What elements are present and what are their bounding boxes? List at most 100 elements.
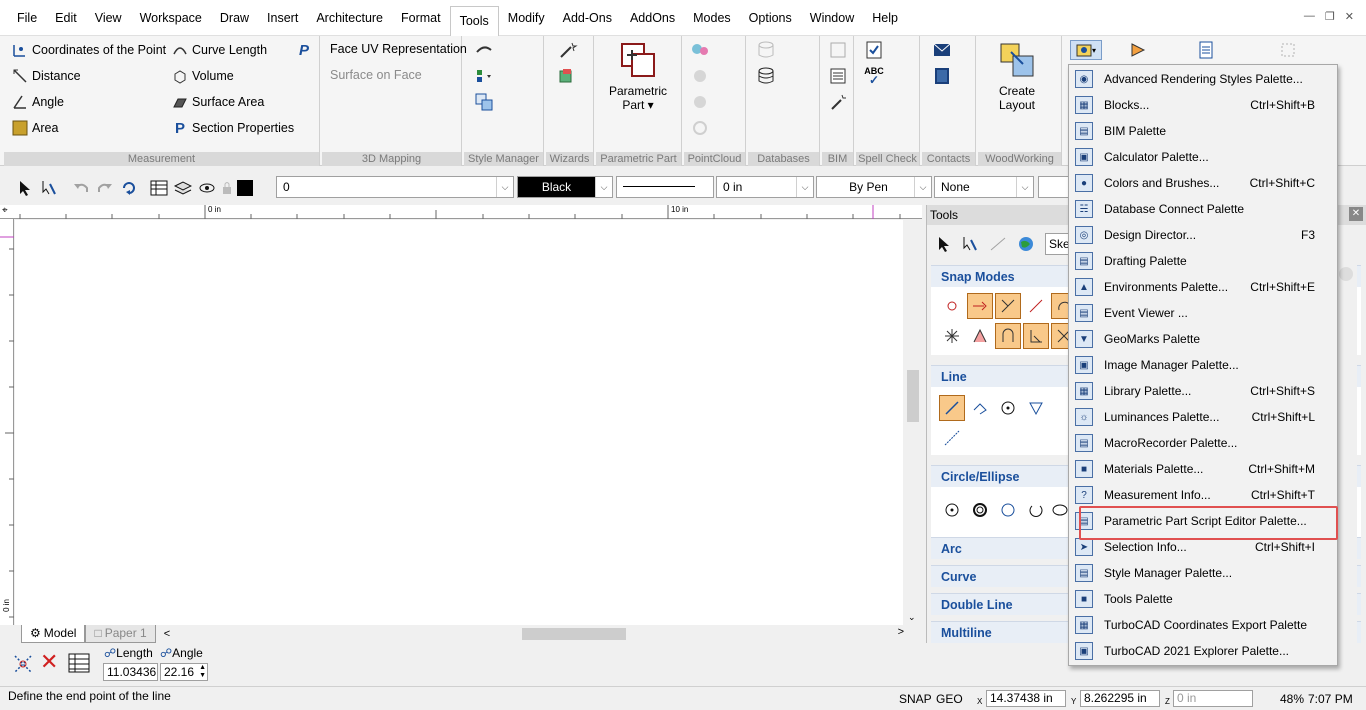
minimize-icon[interactable]: — xyxy=(1304,10,1315,23)
dropdown-item[interactable]: ▤ Style Manager Palette... xyxy=(1069,560,1337,586)
menu-edit[interactable]: Edit xyxy=(46,0,86,36)
angle-button[interactable]: Angle xyxy=(12,94,64,110)
z-coordinate-field[interactable]: 0 in xyxy=(1173,690,1253,707)
bim-properties-icon[interactable] xyxy=(828,40,848,60)
pointcloud-icon[interactable] xyxy=(690,40,710,60)
volume-button[interactable]: Volume xyxy=(172,68,234,84)
cancel-x-icon[interactable]: ✕ xyxy=(40,651,58,673)
layer-combo[interactable]: 0 ⌵ xyxy=(276,176,514,198)
create-layout-button[interactable]: Create Layout xyxy=(982,42,1052,112)
menu-workspace[interactable]: Workspace xyxy=(131,0,211,36)
scroll-left-icon[interactable]: < xyxy=(164,628,170,640)
dropdown-item[interactable]: ? Measurement Info... Ctrl+Shift+T xyxy=(1069,482,1337,508)
line-style-combo[interactable] xyxy=(616,176,714,198)
scroll-down-icon[interactable]: ⌄ xyxy=(908,612,916,623)
palettes-dropdown-button[interactable]: ▾ xyxy=(1070,40,1102,60)
database-icon[interactable] xyxy=(756,66,776,86)
menu-help[interactable]: Help xyxy=(863,0,907,36)
horizontal-scroll-thumb[interactable] xyxy=(522,628,626,640)
ruler-corner-icon[interactable]: ⌖ xyxy=(2,205,8,216)
palette-select-icon[interactable] xyxy=(933,233,955,255)
layers-stack-icon[interactable] xyxy=(172,177,194,199)
dropdown-item[interactable]: ▼ GeoMarks Palette xyxy=(1069,326,1337,352)
dropdown-item[interactable]: ▦ TurboCAD Coordinates Export Palette xyxy=(1069,612,1337,638)
scroll-right-icon[interactable]: > xyxy=(898,626,904,638)
undo-icon[interactable] xyxy=(70,177,92,199)
vertical-scroll-thumb[interactable] xyxy=(907,370,919,422)
menu-insert[interactable]: Insert xyxy=(258,0,307,36)
bim-list-icon[interactable] xyxy=(828,66,848,86)
circle-center-icon[interactable] xyxy=(941,499,963,521)
select-arrow-icon[interactable] xyxy=(14,177,36,199)
x-coordinate-field[interactable]: 14.37438 in xyxy=(986,690,1066,707)
face-uv-button[interactable]: Face UV Representation xyxy=(330,42,467,56)
dropdown-item[interactable]: ▤ MacroRecorder Palette... xyxy=(1069,430,1337,456)
line-width-combo[interactable]: 0 in ⌵ xyxy=(716,176,814,198)
snap-tangent-icon[interactable] xyxy=(969,325,991,347)
lock-icon[interactable]: ☍ xyxy=(160,646,172,660)
distance-button[interactable]: Distance xyxy=(12,68,81,84)
fill-combo[interactable]: None ⌵ xyxy=(934,176,1034,198)
dropdown-item[interactable]: ● Colors and Brushes... Ctrl+Shift+C xyxy=(1069,170,1337,196)
vertical-scrollbar[interactable]: ⌄ xyxy=(903,220,922,625)
snap-cursor-icon[interactable] xyxy=(12,653,34,678)
menu-window[interactable]: Window xyxy=(801,0,863,36)
restore-icon[interactable]: ❐ xyxy=(1325,10,1335,23)
dropdown-item[interactable]: ▣ Calculator Palette... xyxy=(1069,144,1337,170)
dropdown-item[interactable]: ☼ Luminances Palette... Ctrl+Shift+L xyxy=(1069,404,1337,430)
palette-scroll-thumb[interactable] xyxy=(1339,267,1353,281)
section-properties-button[interactable]: P Section Properties xyxy=(172,120,294,137)
dropdown-item[interactable]: ☵ Database Connect Palette xyxy=(1069,196,1337,222)
curve-length-button[interactable]: Curve Length xyxy=(172,42,267,58)
address-book-icon[interactable] xyxy=(932,66,952,86)
menu-draw[interactable]: Draw xyxy=(211,0,258,36)
extents-icon[interactable] xyxy=(1278,40,1298,60)
pointcloud-settings-icon[interactable] xyxy=(690,118,710,138)
coordinates-of-point-button[interactable]: Coordinates of the Point xyxy=(12,42,166,58)
spell-check-doc-icon[interactable] xyxy=(864,40,884,60)
dropdown-item[interactable]: ■ Tools Palette xyxy=(1069,586,1337,612)
bim-wand-icon[interactable] xyxy=(828,92,848,112)
wizard-wand-icon[interactable] xyxy=(558,40,578,60)
single-line-button[interactable] xyxy=(939,395,965,421)
palette-scrollbar[interactable] xyxy=(1335,263,1357,643)
database-connect-icon[interactable] xyxy=(756,40,776,60)
circle-concentric-icon[interactable] xyxy=(969,499,991,521)
palette-measure-icon[interactable] xyxy=(987,233,1009,255)
globe-icon[interactable] xyxy=(1015,233,1037,255)
menu-tools[interactable]: Tools xyxy=(449,5,499,36)
line-point-icon[interactable] xyxy=(997,397,1019,419)
dropdown-item[interactable]: ◉ Advanced Rendering Styles Palette... xyxy=(1069,66,1337,92)
dropdown-item[interactable]: ▦ Library Palette... Ctrl+Shift+S xyxy=(1069,378,1337,404)
menu-view[interactable]: View xyxy=(86,0,131,36)
menu-modify[interactable]: Modify xyxy=(499,0,554,36)
menu-modes[interactable]: Modes xyxy=(684,0,740,36)
layer-lock-icon[interactable] xyxy=(220,177,234,199)
style-grid-icon[interactable] xyxy=(474,66,494,86)
menu-format[interactable]: Format xyxy=(392,0,450,36)
dropdown-item[interactable]: ◎ Design Director... F3 xyxy=(1069,222,1337,248)
menu-addons[interactable]: AddOns xyxy=(621,0,684,36)
dropdown-item[interactable]: ▤ Drafting Palette xyxy=(1069,248,1337,274)
dropdown-item[interactable]: ▤ Event Viewer ... xyxy=(1069,300,1337,326)
dropdown-item[interactable]: ▦ Blocks... Ctrl+Shift+B xyxy=(1069,92,1337,118)
extra-combo[interactable] xyxy=(1038,176,1070,198)
circle-tangent-icon[interactable] xyxy=(1025,499,1047,521)
redo-icon[interactable] xyxy=(94,177,116,199)
parametric-p-icon[interactable]: P xyxy=(294,40,314,60)
polyline-icon[interactable] xyxy=(969,397,991,419)
length-input[interactable]: 11.03436 xyxy=(103,663,158,681)
dropdown-item[interactable]: ■ Materials Palette... Ctrl+Shift+M xyxy=(1069,456,1337,482)
paper-1-tab[interactable]: □ Paper 1 xyxy=(85,625,156,643)
palette-close-icon[interactable]: ✕ xyxy=(1349,207,1363,221)
style-manager-icon[interactable] xyxy=(474,92,494,112)
dropdown-item[interactable]: ▲ Environments Palette... Ctrl+Shift+E xyxy=(1069,274,1337,300)
inspector-table-icon[interactable] xyxy=(68,653,90,676)
menu-add-ons[interactable]: Add-Ons xyxy=(554,0,621,36)
angle-input[interactable]: 22.16 ▲ ▼ xyxy=(160,663,208,681)
color-combo[interactable]: Black ⌵ xyxy=(517,176,613,198)
pointcloud-export-icon[interactable] xyxy=(690,92,710,112)
select-edit-icon[interactable] xyxy=(38,177,60,199)
surface-area-button[interactable]: Surface Area xyxy=(172,94,264,110)
menu-architecture[interactable]: Architecture xyxy=(307,0,392,36)
